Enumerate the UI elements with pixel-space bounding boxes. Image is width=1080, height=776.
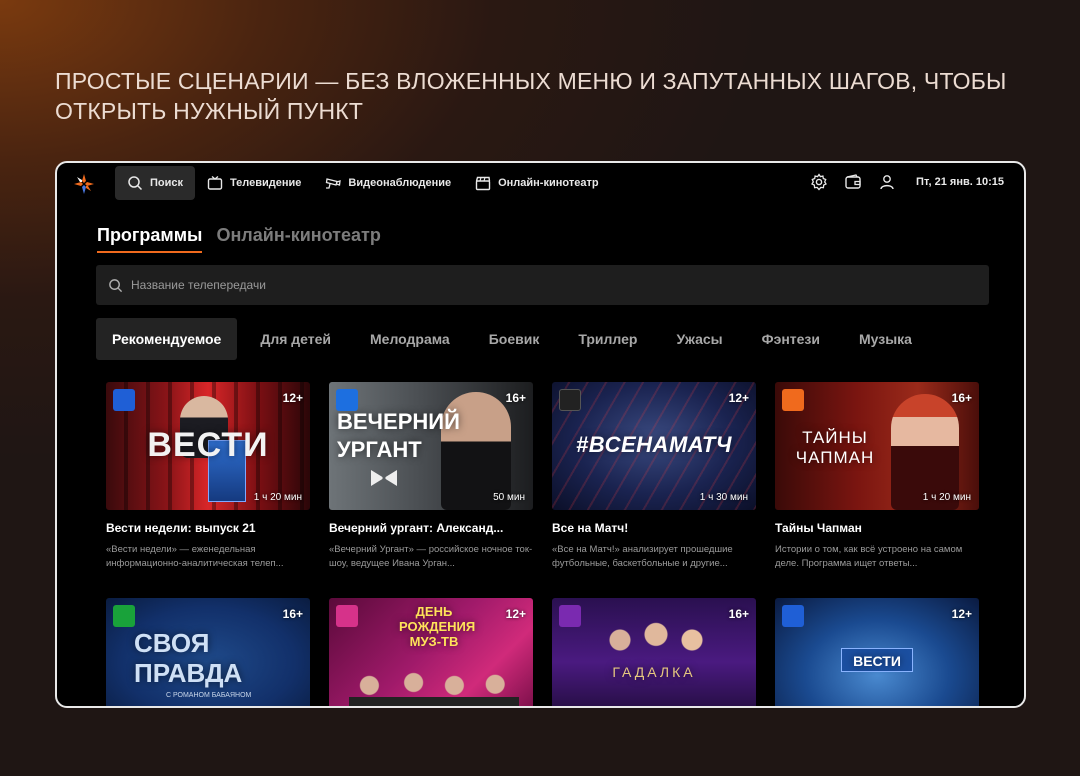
program-thumbnail[interactable]: ВЕСТИ 12+ — [775, 598, 979, 706]
program-card[interactable]: ВЕСТИ 12+ 1 ч 20 мин Вести недели: выпус… — [106, 382, 310, 571]
channel-logo-russia24 — [113, 389, 135, 411]
thumbnail-title: ВЕЧЕРНИЙ УРГАНТ — [337, 409, 460, 462]
nav-surveillance-label: Видеонаблюдение — [348, 177, 452, 189]
program-title: Тайны Чапман — [775, 521, 862, 535]
channel-logo-first — [336, 389, 358, 411]
program-card[interactable]: ВЕСТИ 12+ — [775, 598, 979, 706]
program-title: Все на Матч! — [552, 521, 629, 535]
thumbnail-title: ВЕСТИ — [147, 426, 269, 464]
camera-icon — [326, 178, 342, 189]
nav-cinema[interactable]: Онлайн-кинотеатр — [463, 166, 610, 200]
search-icon — [128, 176, 143, 191]
tv-icon — [207, 175, 223, 190]
program-card[interactable]: ДЕНЬ РОЖДЕНИЯ МУЗ-ТВ 12+ — [329, 598, 533, 706]
genre-thriller[interactable]: Триллер — [562, 318, 653, 360]
duration: 50 мин — [493, 492, 525, 503]
top-right-controls: Пт, 21 янв. 10:15 — [810, 173, 1004, 191]
program-card[interactable]: ГАДАЛКА 16+ — [552, 598, 756, 706]
duration: 1 ч 20 мин — [253, 492, 302, 503]
tv-app-window: Поиск Телевидение Видеонаблюдение Онлайн… — [55, 161, 1026, 708]
channel-logo-russia1 — [782, 605, 804, 627]
age-rating: 16+ — [282, 607, 303, 621]
tab-online-cinema[interactable]: Онлайн-кинотеатр — [216, 225, 380, 253]
thumbnail-subtitle: С РОМАНОМ БАБАЯНОМ — [166, 692, 252, 699]
program-thumbnail[interactable]: ДЕНЬ РОЖДЕНИЯ МУЗ-ТВ 12+ — [329, 598, 533, 706]
program-description: «Вечерний Ургант» — российское ночное то… — [329, 544, 533, 569]
program-card[interactable]: ТАЙНЫ ЧАПМАН 16+ 1 ч 20 мин Тайны Чапман… — [775, 382, 979, 571]
datetime: Пт, 21 янв. 10:15 — [916, 176, 1004, 188]
group-figures — [349, 668, 519, 706]
program-description: «Все на Матч!» анализирует прошедшие фут… — [552, 544, 733, 569]
nav-surveillance[interactable]: Видеонаблюдение — [313, 166, 463, 200]
thumbnail-title: СВОЯ ПРАВДА — [134, 628, 243, 688]
channel-logo-muztv — [336, 605, 358, 627]
search-icon — [109, 278, 123, 292]
nav-search-label: Поиск — [150, 177, 184, 189]
clapperboard-icon — [475, 176, 491, 191]
gear-icon[interactable] — [810, 173, 828, 191]
program-card[interactable]: #ВСЕНАМАТЧ 12+ 1 ч 30 мин Все на Матч! «… — [552, 382, 756, 571]
nav-cinema-label: Онлайн-кинотеатр — [498, 177, 599, 189]
age-rating: 12+ — [728, 391, 749, 405]
wallet-icon[interactable] — [844, 173, 862, 191]
age-rating: 12+ — [951, 607, 972, 621]
program-card[interactable]: ВЕЧЕРНИЙ УРГАНТ 16+ 50 мин Вечерний урга… — [329, 382, 533, 571]
program-title: Вести недели: выпуск 21 — [106, 521, 256, 535]
program-thumbnail[interactable]: СВОЯ ПРАВДА С РОМАНОМ БАБАЯНОМ 16+ — [106, 598, 310, 706]
genre-recommended[interactable]: Рекомендуемое — [96, 318, 238, 360]
program-thumbnail[interactable]: ТАЙНЫ ЧАПМАН 16+ 1 ч 20 мин — [775, 382, 979, 510]
program-thumbnail[interactable]: #ВСЕНАМАТЧ 12+ 1 ч 30 мин — [552, 382, 756, 510]
genre-action[interactable]: Боевик — [473, 318, 556, 360]
search-input[interactable] — [131, 278, 971, 292]
headline-line-1: ПРОСТЫЕ СЦЕНАРИИ — БЕЗ ВЛОЖЕННЫХ МЕНЮ И … — [55, 68, 1007, 94]
genre-melodrama[interactable]: Мелодрама — [354, 318, 466, 360]
program-thumbnail[interactable]: ВЕЧЕРНИЙ УРГАНТ 16+ 50 мин — [329, 382, 533, 510]
thumbnail-title: ДЕНЬ РОЖДЕНИЯ МУЗ-ТВ — [399, 604, 476, 649]
section-tabs: Программы Онлайн-кинотеатр — [97, 225, 381, 253]
age-rating: 16+ — [951, 391, 972, 405]
program-thumbnail[interactable]: ГАДАЛКА 16+ — [552, 598, 756, 706]
search-bar — [96, 265, 989, 305]
thumbnail-title: ТАЙНЫ ЧАПМАН — [795, 428, 875, 467]
thumbnail-title: ГАДАЛКА — [612, 664, 696, 680]
age-rating: 12+ — [505, 607, 526, 621]
logo-icon[interactable] — [73, 173, 95, 195]
main-nav: Поиск Телевидение Видеонаблюдение Онлайн… — [115, 166, 611, 200]
program-description: Истории о том, как всё устроено на самом… — [775, 544, 963, 569]
genre-horror[interactable]: Ужасы — [660, 318, 738, 360]
headline: ПРОСТЫЕ СЦЕНАРИИ — БЕЗ ВЛОЖЕННЫХ МЕНЮ И … — [55, 66, 1035, 126]
thumbnail-title: ВЕСТИ — [853, 653, 901, 669]
headline-line-2: ОТКРЫТЬ НУЖНЫЙ ПУНКТ — [55, 98, 364, 124]
tab-programs[interactable]: Программы — [97, 225, 203, 253]
channel-logo-ntv — [113, 605, 135, 627]
user-icon[interactable] — [878, 173, 896, 191]
nav-search[interactable]: Поиск — [115, 166, 196, 200]
genre-kids[interactable]: Для детей — [244, 318, 347, 360]
duration: 1 ч 30 мин — [699, 492, 748, 503]
channel-logo-match — [559, 389, 581, 411]
nav-tv[interactable]: Телевидение — [195, 166, 313, 200]
program-card[interactable]: СВОЯ ПРАВДА С РОМАНОМ БАБАЯНОМ 16+ — [106, 598, 310, 706]
program-title: Вечерний ургант: Александ... — [329, 521, 504, 535]
duration: 1 ч 20 мин — [922, 492, 971, 503]
channel-logo-ren — [782, 389, 804, 411]
thumbnail-title: #ВСЕНАМАТЧ — [576, 432, 732, 457]
nav-tv-label: Телевидение — [230, 177, 302, 189]
age-rating: 16+ — [505, 391, 526, 405]
age-rating: 12+ — [282, 391, 303, 405]
program-thumbnail[interactable]: ВЕСТИ 12+ 1 ч 20 мин — [106, 382, 310, 510]
genre-music[interactable]: Музыка — [843, 318, 928, 360]
genre-chips: Рекомендуемое Для детей Мелодрама Боевик… — [96, 318, 935, 360]
top-bar: Поиск Телевидение Видеонаблюдение Онлайн… — [57, 163, 1024, 205]
age-rating: 16+ — [728, 607, 749, 621]
genre-fantasy[interactable]: Фэнтези — [746, 318, 836, 360]
channel-logo-tv3 — [559, 605, 581, 627]
program-description: «Вести недели» — еженедельная информацио… — [106, 544, 284, 569]
